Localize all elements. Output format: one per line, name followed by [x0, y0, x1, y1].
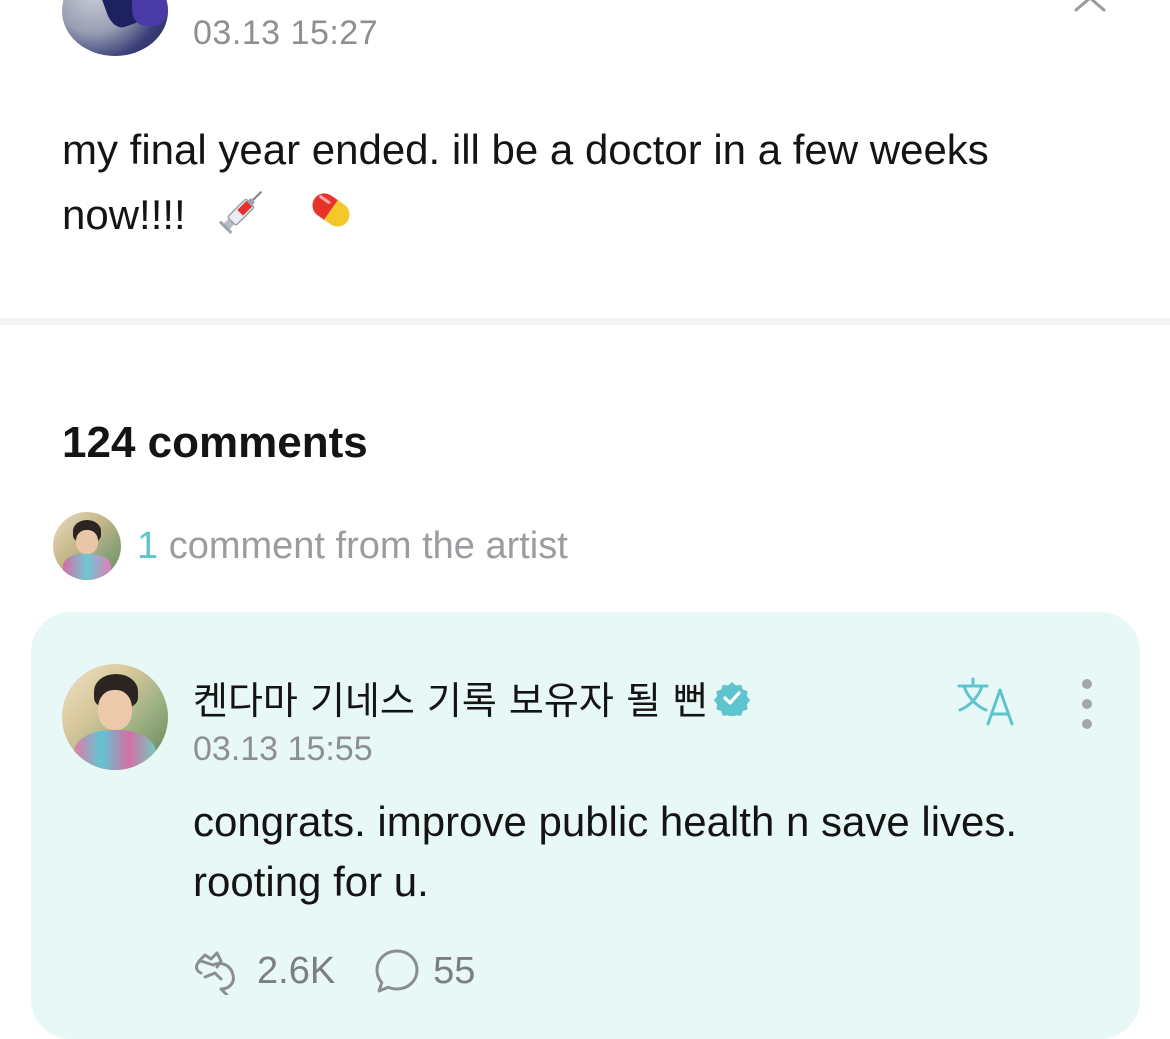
translate-icon[interactable]	[956, 676, 1020, 728]
section-divider	[0, 318, 1170, 325]
comment-author-avatar[interactable]	[62, 664, 168, 770]
like-icon	[195, 951, 235, 995]
post-timestamp: 03.13 15:27	[193, 14, 379, 52]
comment-timestamp: 03.13 15:55	[193, 730, 373, 768]
artist-comments-summary[interactable]: 1 comment from the artist	[53, 512, 568, 580]
comment-actions: 2.6K 55	[191, 944, 513, 998]
reply-icon	[375, 949, 419, 993]
reply-button[interactable]: 55	[373, 947, 475, 995]
like-button[interactable]: 2.6K	[191, 947, 335, 995]
artist-comment-count: 1	[137, 524, 159, 567]
comments-count-heading: 124 comments	[62, 418, 368, 467]
artist-avatar	[53, 512, 121, 580]
comment-author-name: 켄다마 기네스 기록 보유자 될 뻔	[193, 679, 708, 723]
reply-count: 55	[433, 949, 476, 992]
like-count: 2.6K	[257, 949, 336, 992]
comment-text: congrats. improve public health n save l…	[193, 798, 1018, 905]
pill-emoji	[301, 180, 361, 256]
comment-author[interactable]: 켄다마 기네스 기록 보유자 될 뻔	[193, 670, 751, 725]
post-text: my final year ended. ill be a doctor in …	[62, 126, 989, 239]
more-vertical-icon[interactable]	[1070, 676, 1104, 732]
post-author-avatar[interactable]	[62, 0, 168, 56]
artist-comment-text: comment from the artist	[158, 524, 568, 567]
post-detail-page: 03.13 15:27 my final year ended. ill be …	[0, 0, 1170, 1039]
chevron-up-icon[interactable]	[1072, 0, 1108, 22]
post-body: my final year ended. ill be a doctor in …	[62, 120, 1122, 256]
verified-badge-icon	[713, 680, 751, 719]
syringe-emoji	[215, 182, 271, 254]
artist-comments-label: 1 comment from the artist	[137, 525, 568, 568]
artist-comment-card: 켄다마 기네스 기록 보유자 될 뻔 03.13 15:55 congrats.…	[31, 612, 1140, 1039]
